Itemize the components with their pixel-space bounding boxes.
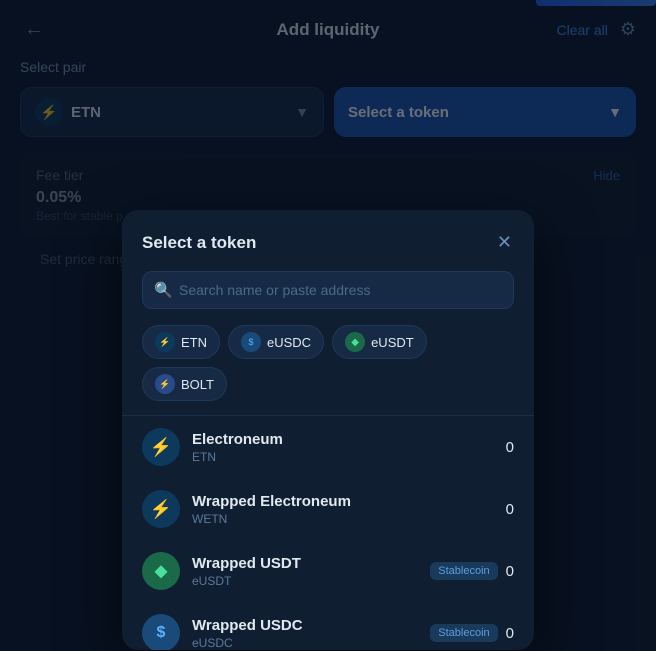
eusdc-quick-icon: $: [241, 332, 261, 352]
wetn-name: Wrapped Electroneum: [192, 493, 506, 510]
token-list: ⚡ Electroneum ETN 0 ⚡ Wrapped Electroneu…: [122, 415, 534, 650]
etn-name: Electroneum: [192, 431, 506, 448]
search-input[interactable]: [142, 271, 514, 309]
modal-close-button[interactable]: ✕: [495, 230, 514, 255]
eusdt-right: Stablecoin 0: [430, 562, 514, 580]
etn-balance: 0: [506, 439, 514, 456]
etn-symbol: ETN: [192, 450, 506, 464]
eusdc-symbol: eUSDC: [192, 636, 430, 650]
quick-token-bolt[interactable]: ⚡ BOLT: [142, 367, 227, 401]
wetn-icon: ⚡: [142, 490, 180, 528]
token-item-eusdt[interactable]: ◆ Wrapped USDT eUSDT Stablecoin 0: [122, 540, 534, 602]
quick-token-eusdc[interactable]: $ eUSDC: [228, 325, 324, 359]
etn-icon: ⚡: [142, 428, 180, 466]
token-item-etn[interactable]: ⚡ Electroneum ETN 0: [122, 416, 534, 478]
wetn-balance: 0: [506, 501, 514, 518]
eusdc-right: Stablecoin 0: [430, 624, 514, 642]
eusdc-info: Wrapped USDC eUSDC: [192, 617, 430, 650]
quick-token-eusdt[interactable]: ◆ eUSDT: [332, 325, 427, 359]
etn-quick-label: ETN: [181, 335, 207, 350]
eusdc-icon: $: [142, 614, 180, 650]
search-icon: 🔍: [154, 281, 173, 299]
bolt-quick-label: BOLT: [181, 377, 214, 392]
wetn-info: Wrapped Electroneum WETN: [192, 493, 506, 526]
modal-overlay: Select a token ✕ 🔍 ⚡ ETN $ eUSDC: [0, 0, 656, 651]
eusdt-name: Wrapped USDT: [192, 555, 430, 572]
eusdt-balance: 0: [506, 563, 514, 580]
eusdc-badge: Stablecoin: [430, 624, 497, 642]
eusdc-quick-label: eUSDC: [267, 335, 311, 350]
token-item-wetn[interactable]: ⚡ Wrapped Electroneum WETN 0: [122, 478, 534, 540]
quick-tokens: ⚡ ETN $ eUSDC ◆ eUSDT ⚡ BOLT: [122, 325, 534, 415]
wetn-right: 0: [506, 501, 514, 518]
quick-token-etn[interactable]: ⚡ ETN: [142, 325, 220, 359]
eusdt-icon: ◆: [142, 552, 180, 590]
select-token-modal: Select a token ✕ 🔍 ⚡ ETN $ eUSDC: [122, 210, 534, 650]
bolt-quick-icon: ⚡: [155, 374, 175, 394]
eusdt-symbol: eUSDT: [192, 574, 430, 588]
etn-info: Electroneum ETN: [192, 431, 506, 464]
eusdc-balance: 0: [506, 625, 514, 642]
eusdt-quick-label: eUSDT: [371, 335, 414, 350]
modal-header: Select a token ✕: [122, 210, 534, 271]
etn-quick-icon: ⚡: [155, 332, 175, 352]
close-icon: ✕: [497, 232, 512, 252]
eusdc-name: Wrapped USDC: [192, 617, 430, 634]
eusdt-info: Wrapped USDT eUSDT: [192, 555, 430, 588]
etn-right: 0: [506, 439, 514, 456]
token-item-eusdc[interactable]: $ Wrapped USDC eUSDC Stablecoin 0: [122, 602, 534, 650]
wetn-symbol: WETN: [192, 512, 506, 526]
eusdt-quick-icon: ◆: [345, 332, 365, 352]
eusdt-badge: Stablecoin: [430, 562, 497, 580]
search-container: 🔍: [142, 271, 514, 309]
modal-title: Select a token: [142, 233, 256, 253]
